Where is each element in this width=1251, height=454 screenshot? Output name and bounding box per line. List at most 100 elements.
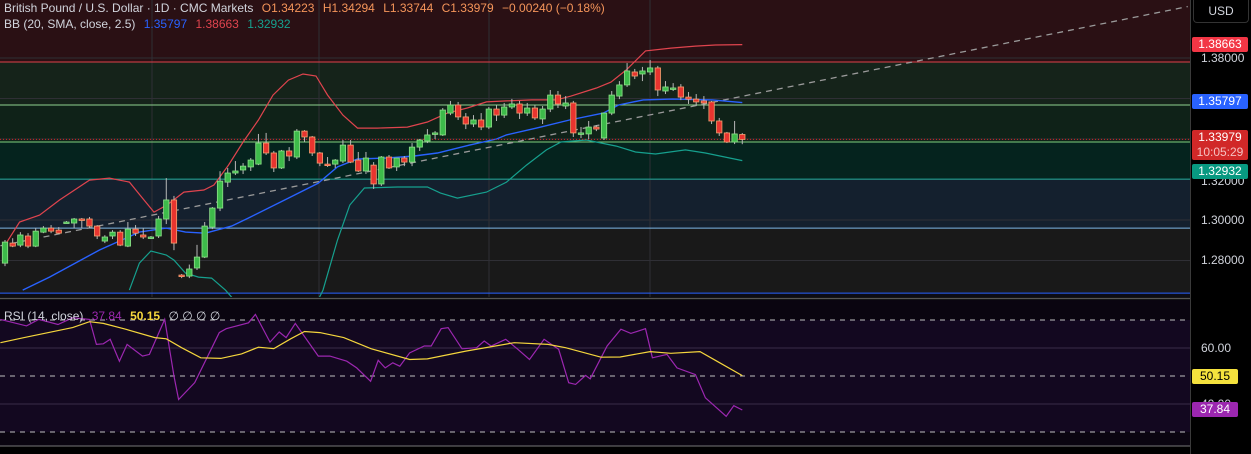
candle-body <box>600 112 608 139</box>
symbol-legend: British Pound / U.S. Dollar · 1D · CMC M… <box>4 1 610 15</box>
bb-upper-tag: 1.38663 <box>1192 37 1248 52</box>
candle <box>708 100 715 125</box>
rsi-tick: 60.00 <box>1201 341 1232 355</box>
candle-body <box>255 142 262 165</box>
candle-body <box>531 107 539 119</box>
candle-body <box>332 159 339 165</box>
candle-body <box>431 132 439 135</box>
candle-body <box>63 221 70 224</box>
candle <box>155 215 162 239</box>
candle-body <box>608 94 615 114</box>
candle-body <box>478 119 485 128</box>
candle <box>309 135 316 157</box>
candle-body <box>524 107 531 114</box>
bb-basis-value: 1.35797 <box>143 17 188 31</box>
candle-body <box>439 109 446 136</box>
candle-body <box>286 150 293 157</box>
candle-body <box>516 103 523 114</box>
candle-body <box>385 156 393 169</box>
candle-body <box>631 71 638 77</box>
candle-body <box>47 227 55 232</box>
candle-body <box>485 108 492 128</box>
candle <box>209 207 216 230</box>
candle-body <box>462 116 469 125</box>
candle-body <box>301 130 308 138</box>
candle-body <box>101 236 108 242</box>
rsi-ma-value: 50.15 <box>130 309 161 323</box>
candle <box>1 240 9 267</box>
candle-body <box>677 86 684 98</box>
bb-lower-tag: 1.32932 <box>1192 164 1248 179</box>
high-value: H1.34294 <box>322 1 375 15</box>
zone <box>0 104 1190 143</box>
candle-body <box>78 218 85 221</box>
low-value: L1.33744 <box>383 1 434 15</box>
candle-body <box>570 102 577 134</box>
candle-body <box>239 165 247 171</box>
rsi-value: 37.84 <box>91 309 122 323</box>
rsi-label[interactable]: RSI (14, close) <box>4 309 83 323</box>
candle <box>439 108 446 136</box>
main-pane <box>0 0 1190 297</box>
candle <box>170 195 178 251</box>
candle-body <box>447 104 454 114</box>
candle-body <box>140 234 147 238</box>
candle <box>485 107 492 130</box>
candle-body <box>316 152 323 164</box>
rsi-ma-tag: 50.15 <box>1192 369 1238 384</box>
candle-body <box>593 126 600 130</box>
candle-body <box>647 67 654 73</box>
candle-body <box>401 157 408 163</box>
candle-body <box>147 236 155 239</box>
candle-body <box>193 256 201 269</box>
candle-body <box>670 87 677 90</box>
candle-body <box>293 130 300 158</box>
candle <box>117 230 124 247</box>
candle-body <box>562 102 569 107</box>
candle <box>385 154 393 169</box>
candle-body <box>55 229 62 234</box>
zone <box>0 142 1190 180</box>
candle-body <box>94 225 101 237</box>
symbol-title[interactable]: British Pound / U.S. Dollar · 1D · CMC M… <box>4 1 253 15</box>
candle-body <box>577 132 585 135</box>
candle-body <box>424 134 431 142</box>
candle-body <box>1 241 9 264</box>
candle-body <box>716 120 723 134</box>
candle-body <box>132 228 139 234</box>
candle-body <box>163 199 170 220</box>
last-price-tag: 1.33979 10:05:29 <box>1192 130 1248 160</box>
price-tick: 1.28000 <box>1201 253 1245 267</box>
chart-canvas[interactable] <box>0 0 1190 454</box>
candle-body <box>278 150 285 169</box>
currency-button[interactable]: USD <box>1193 0 1249 23</box>
candle-body <box>109 231 116 237</box>
candle-body <box>201 225 208 258</box>
candle-body <box>355 159 362 172</box>
candle <box>32 228 39 248</box>
bb-legend: BB (20, SMA, close, 2.5) 1.35797 1.38663… <box>4 17 296 31</box>
candle-body <box>455 104 462 118</box>
candle-body <box>654 67 661 91</box>
candle-body <box>662 86 669 92</box>
candle-body <box>71 218 78 224</box>
candle <box>716 117 723 136</box>
candle-body <box>700 100 707 104</box>
candle-body <box>623 70 631 86</box>
candle-body <box>739 134 746 140</box>
candle <box>455 101 462 120</box>
candle-body <box>616 84 623 97</box>
candle-body <box>170 199 178 244</box>
candle-body <box>508 103 515 108</box>
candle-body <box>9 242 16 247</box>
open-value: O1.34223 <box>261 1 315 15</box>
price-axis[interactable]: USD 1.38000 1.32000 1.30000 1.28000 60.0… <box>1190 0 1251 454</box>
zone <box>0 179 1190 229</box>
candle-body <box>117 231 124 246</box>
candle-body <box>270 152 277 169</box>
candle-body <box>86 218 93 227</box>
candle-body <box>232 170 239 174</box>
candle-body <box>209 207 216 228</box>
candle-body <box>324 163 331 167</box>
bb-label[interactable]: BB (20, SMA, close, 2.5) <box>4 17 135 31</box>
